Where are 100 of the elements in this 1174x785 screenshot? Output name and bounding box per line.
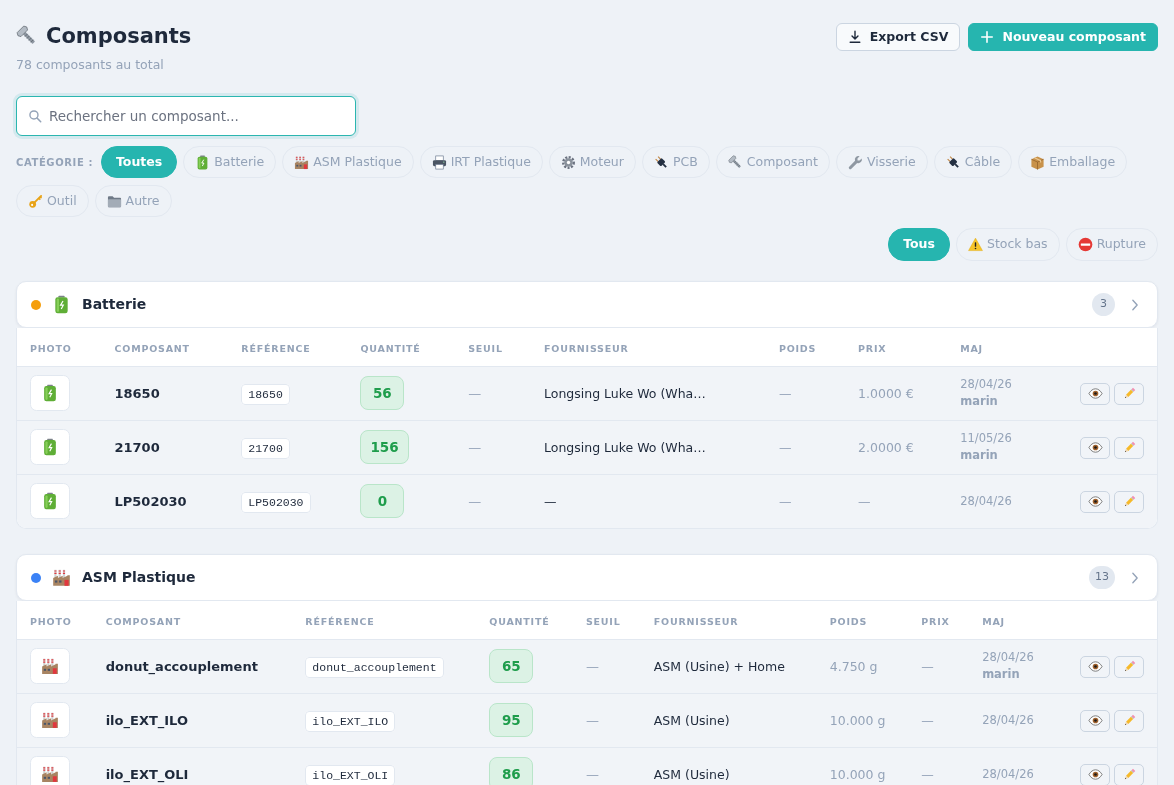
warning-icon: [967, 237, 983, 252]
no-entry-icon: [1077, 237, 1093, 252]
reference-code: 18650: [241, 384, 290, 405]
plug-icon: [945, 154, 961, 170]
eye-icon: [1087, 440, 1103, 455]
category-chip[interactable]: Toutes: [101, 146, 178, 178]
download-icon: [847, 30, 862, 44]
plus-icon: [980, 30, 995, 44]
reference-code: ilo_EXT_ILO: [305, 711, 396, 732]
printer-icon: [431, 154, 447, 170]
count-badge: 3: [1092, 293, 1115, 316]
column-header: PHOTO: [30, 615, 72, 627]
update-date: 28/04/26: [960, 492, 1013, 510]
column-header: PRIX: [858, 342, 887, 354]
column-header: COMPOSANT: [105, 615, 182, 627]
price-value: —: [921, 713, 934, 728]
column-header: FOURNISSEUR: [544, 342, 629, 354]
weight-value: —: [778, 386, 792, 401]
group-title: ASM Plastique: [82, 568, 196, 587]
page-title: Composants: [46, 23, 192, 50]
export-button[interactable]: Export CSV: [835, 23, 961, 51]
folder-icon: [106, 193, 122, 209]
weight-value: 4.750 g: [829, 659, 878, 674]
factory-thumbnail-icon: [30, 648, 70, 684]
column-header: RÉFÉRENCE: [241, 342, 311, 354]
view-button[interactable]: [1080, 490, 1110, 513]
quantity-badge: 0: [360, 484, 405, 519]
threshold-value: —: [585, 767, 599, 783]
page-subtitle: 78 composants au total: [16, 56, 165, 74]
weight-value: —: [778, 494, 792, 510]
column-header: MAJ: [982, 615, 1005, 627]
supplier-name: ASM (Usine): [653, 713, 730, 728]
eye-icon: [1087, 767, 1103, 783]
price-value: —: [858, 494, 871, 510]
column-header: PRIX: [921, 615, 950, 627]
search-field[interactable]: Rechercher un composant...: [16, 96, 356, 136]
quantity-badge: 65: [489, 649, 534, 683]
component-name: ilo_EXT_ILO: [105, 713, 188, 728]
chevron-icon[interactable]: [1131, 571, 1139, 584]
column-header: SEUIL: [585, 615, 621, 627]
eye-icon: [1087, 659, 1103, 674]
stock-filter-chip[interactable]: Tous: [888, 228, 950, 261]
column-header: SEUIL: [468, 342, 503, 354]
column-header: FOURNISSEUR: [653, 615, 739, 627]
updated-by: marin: [982, 666, 1021, 683]
factory-thumbnail-icon: [30, 702, 70, 738]
eye-icon: [1087, 386, 1103, 401]
component-name: ilo_EXT_OLI: [105, 767, 189, 783]
updated-by: marin: [960, 447, 999, 464]
update-date: 28/04/26: [982, 765, 1035, 783]
column-header: POIDS: [829, 615, 868, 627]
reference-code: 21700: [241, 438, 290, 459]
update-date: 28/04/26: [982, 711, 1035, 729]
filter-label: CATÉGORIE :: [16, 155, 93, 170]
view-button[interactable]: [1080, 655, 1110, 678]
price-value: —: [921, 659, 934, 674]
threshold-value: —: [585, 659, 599, 674]
column-header: POIDS: [778, 342, 817, 354]
stock-filter-chip[interactable]: Stock bas: [955, 228, 1060, 261]
column-header: COMPOSANT: [114, 342, 190, 354]
supplier-name: —: [544, 494, 557, 510]
battery-icon: [52, 295, 71, 314]
eye-icon: [1087, 494, 1103, 510]
view-button[interactable]: [1080, 382, 1110, 405]
component-name: 18650: [114, 386, 160, 401]
supplier-name: ASM (Usine): [653, 767, 730, 783]
stock-filter-chip[interactable]: Rupture: [1065, 228, 1158, 261]
price-value: 1.0000 €: [858, 386, 914, 401]
group-title: Batterie: [82, 295, 147, 314]
supplier-name: ASM (Usine) + Home: [653, 659, 785, 674]
weight-value: 10.000 g: [829, 767, 886, 783]
quantity-badge: 56: [360, 376, 405, 410]
view-button[interactable]: [1080, 709, 1110, 732]
column-header: QUANTITÉ: [489, 615, 550, 627]
column-header: MAJ: [960, 342, 983, 354]
plug-icon: [653, 154, 669, 170]
supplier-name: Longsing Luke Wo (Wha…: [544, 440, 706, 455]
quantity-badge: 95: [489, 703, 534, 737]
gear-icon: [560, 154, 576, 170]
component-name: LP502030: [114, 494, 187, 510]
view-button[interactable]: [1080, 436, 1110, 459]
column-header: RÉFÉRENCE: [305, 615, 375, 627]
column-header: QUANTITÉ: [360, 342, 421, 354]
chevron-icon[interactable]: [1131, 298, 1139, 311]
threshold-value: —: [468, 494, 482, 510]
eye-icon: [1087, 713, 1103, 728]
create-button[interactable]: Nouveau composant: [968, 23, 1158, 51]
price-value: 2.0000 €: [858, 440, 914, 455]
battery-thumbnail-icon: [30, 429, 70, 465]
threshold-value: —: [468, 386, 482, 401]
reference-code: ilo_EXT_OLI: [305, 765, 396, 785]
factory-icon: [294, 154, 310, 170]
column-header: PHOTO: [30, 342, 72, 354]
updated-by: marin: [960, 393, 999, 410]
weight-value: —: [778, 440, 792, 455]
update-date: 28/04/26: [982, 649, 1035, 666]
component-name: 21700: [114, 440, 160, 455]
bolt-icon: [727, 154, 743, 170]
weight-value: 10.000 g: [829, 713, 886, 728]
battery-thumbnail-icon: [30, 375, 70, 411]
